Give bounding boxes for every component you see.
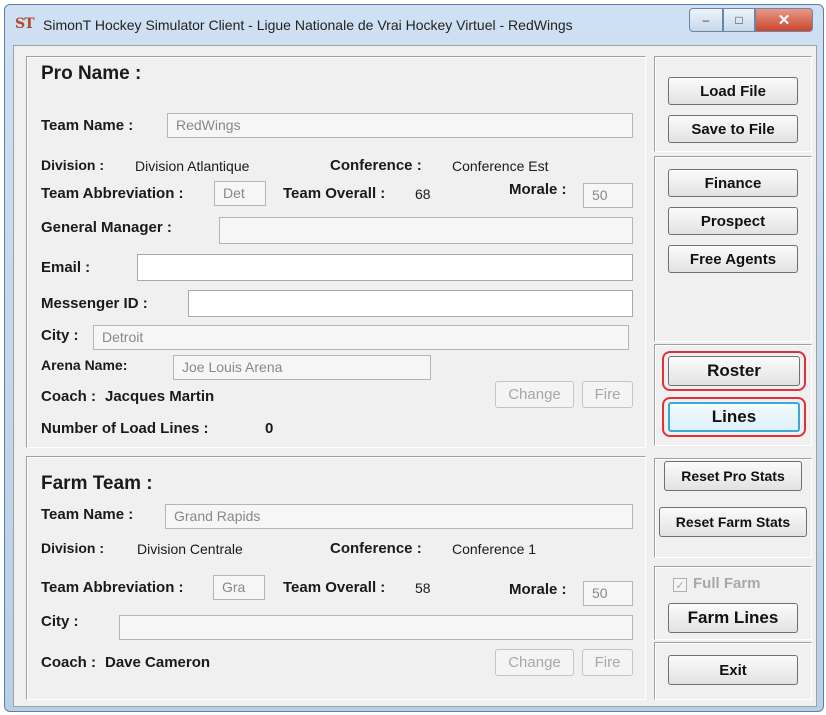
pro-overall-value: 68 <box>415 186 431 202</box>
pro-conference-value: Conference Est <box>452 158 549 174</box>
farm-team-name-field: Grand Rapids <box>165 504 633 529</box>
pro-gm-field <box>219 217 633 244</box>
roster-button[interactable]: Roster <box>668 356 800 386</box>
roster-lines-group: Roster Lines <box>654 344 812 446</box>
team-actions-group: Finance Prospect Free Agents <box>654 156 812 342</box>
pro-abbrev-label: Team Abbreviation : <box>41 185 184 202</box>
minimize-button[interactable]: – <box>689 8 723 32</box>
pro-division-value: Division Atlantique <box>135 158 250 174</box>
title-bar[interactable]: ST SimonT Hockey Simulator Client - Ligu… <box>5 5 823 43</box>
pro-coach-fire-button[interactable]: Fire <box>582 381 633 408</box>
window-controls: – □ ✕ <box>689 8 817 32</box>
farm-division-label: Division : <box>41 540 105 556</box>
farm-coach-fire-button[interactable]: Fire <box>582 649 633 676</box>
save-to-file-button[interactable]: Save to File <box>668 115 798 143</box>
farm-coach-change-button[interactable]: Change <box>495 649 574 676</box>
pro-name-header: Pro Name : <box>41 63 142 84</box>
full-farm-label: Full Farm <box>693 575 761 592</box>
farm-morale-field: 50 <box>583 581 633 606</box>
pro-messenger-label: Messenger ID : <box>41 295 148 312</box>
farm-options-group: ✓ Full Farm Farm Lines <box>654 566 812 640</box>
pro-team-name-label: Team Name : <box>41 117 134 134</box>
farm-team-header: Farm Team : <box>41 473 153 494</box>
farm-team-panel: Farm Team : Team Name : Grand Rapids Div… <box>26 456 646 700</box>
farm-coach-label: Coach : <box>41 654 97 671</box>
farm-overall-value: 58 <box>415 580 431 596</box>
farm-abbrev-field: Gra <box>213 575 265 600</box>
pro-coach-change-button[interactable]: Change <box>495 381 574 408</box>
pro-city-label: City : <box>41 327 79 344</box>
pro-division-label: Division : <box>41 157 105 173</box>
exit-button[interactable]: Exit <box>668 655 798 685</box>
pro-city-field: Detroit <box>93 325 629 350</box>
farm-team-name-label: Team Name : <box>41 506 134 523</box>
pro-overall-label: Team Overall : <box>283 185 386 202</box>
prospect-button[interactable]: Prospect <box>668 207 798 235</box>
finance-button[interactable]: Finance <box>668 169 798 197</box>
load-file-button[interactable]: Load File <box>668 77 798 105</box>
pro-arena-field: Joe Louis Arena <box>173 355 431 380</box>
pro-load-lines-value: 0 <box>265 420 274 437</box>
farm-division-value: Division Centrale <box>137 541 243 557</box>
app-window: ST SimonT Hockey Simulator Client - Ligu… <box>4 4 824 712</box>
farm-conference-value: Conference 1 <box>452 541 537 557</box>
pro-messenger-input[interactable] <box>188 290 633 317</box>
farm-conference-label: Conference : <box>330 540 422 557</box>
pro-conference-label: Conference : <box>330 157 422 174</box>
lines-button[interactable]: Lines <box>668 402 800 432</box>
maximize-button[interactable]: □ <box>723 8 755 32</box>
app-logo-icon: ST <box>15 16 35 32</box>
client-area: Pro Name : Team Name : RedWings Division… <box>13 45 817 707</box>
pro-email-input[interactable] <box>137 254 633 281</box>
reset-farm-stats-button[interactable]: Reset Farm Stats <box>659 507 807 537</box>
farm-overall-label: Team Overall : <box>283 579 386 596</box>
farm-morale-label: Morale : <box>509 581 567 598</box>
farm-city-label: City : <box>41 613 79 630</box>
reset-stats-group: Reset Pro Stats Reset Farm Stats <box>654 458 812 558</box>
pro-gm-label: General Manager : <box>41 219 172 236</box>
farm-abbrev-label: Team Abbreviation : <box>41 579 184 596</box>
pro-team-panel: Pro Name : Team Name : RedWings Division… <box>26 56 646 448</box>
farm-lines-button[interactable]: Farm Lines <box>668 603 798 633</box>
exit-group: Exit <box>654 642 812 700</box>
file-button-group: Load File Save to File <box>654 56 812 152</box>
pro-email-label: Email : <box>41 259 91 276</box>
pro-load-lines-label: Number of Load Lines : <box>41 420 209 437</box>
pro-coach-value: Jacques Martin <box>105 388 215 405</box>
pro-arena-label: Arena Name: <box>41 357 128 373</box>
pro-coach-label: Coach : <box>41 388 97 405</box>
farm-city-field <box>119 615 633 640</box>
full-farm-checkbox[interactable]: ✓ <box>673 578 687 592</box>
pro-morale-label: Morale : <box>509 181 567 198</box>
close-button[interactable]: ✕ <box>755 8 813 32</box>
pro-morale-field: 50 <box>583 183 633 208</box>
pro-abbrev-field: Det <box>214 181 266 206</box>
reset-pro-stats-button[interactable]: Reset Pro Stats <box>664 461 802 491</box>
farm-coach-value: Dave Cameron <box>105 654 211 671</box>
window-title: SimonT Hockey Simulator Client - Ligue N… <box>43 17 573 33</box>
pro-team-name-field: RedWings <box>167 113 633 138</box>
free-agents-button[interactable]: Free Agents <box>668 245 798 273</box>
